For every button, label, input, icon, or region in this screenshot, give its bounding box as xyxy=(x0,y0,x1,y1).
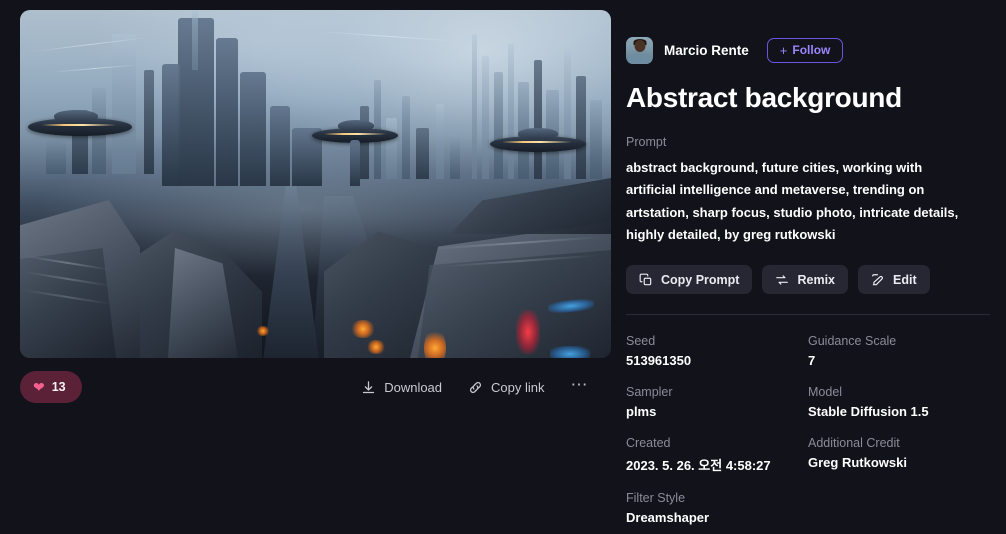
copy-prompt-button[interactable]: Copy Prompt xyxy=(626,265,753,295)
artwork-render xyxy=(20,10,611,358)
prompt-label: Prompt xyxy=(626,134,667,149)
metadata-value: 2023. 5. 26. 오전 4:58:27 xyxy=(626,458,771,474)
metadata-item-sampler: Sampler plms xyxy=(626,385,808,419)
metadata-item-seed: Seed 513961350 xyxy=(626,334,808,368)
plus-icon: + xyxy=(779,42,788,58)
image-action-links: Download Copy link ⋯ xyxy=(361,376,611,399)
metadata-value: Greg Rutkowski xyxy=(808,455,907,471)
metadata-label: Additional Credit xyxy=(808,436,900,451)
metadata-item-placeholder xyxy=(808,491,990,525)
image-action-bar: ❤ 13 Download Copy link ⋯ xyxy=(20,371,611,403)
metadata-value: 7 xyxy=(808,353,816,369)
section-divider xyxy=(626,314,990,316)
copy-icon xyxy=(639,273,653,287)
copy-prompt-label: Copy Prompt xyxy=(661,272,740,287)
metadata-item-guidance-scale: Guidance Scale 7 xyxy=(808,334,990,368)
download-icon xyxy=(361,380,376,395)
copy-link-label: Copy link xyxy=(491,379,545,395)
metadata-label: Sampler xyxy=(626,385,673,400)
heart-icon: ❤ xyxy=(33,379,45,395)
artwork-image[interactable] xyxy=(20,10,611,358)
like-button[interactable]: ❤ 13 xyxy=(20,371,82,403)
download-label: Download xyxy=(384,379,443,395)
follow-button[interactable]: + Follow xyxy=(766,37,844,63)
metadata-value: 513961350 xyxy=(626,353,692,369)
metadata-value: Dreamshaper xyxy=(626,510,710,526)
link-icon xyxy=(468,380,483,395)
prompt-action-buttons: Copy Prompt Remix Edit xyxy=(626,265,990,295)
remix-label: Remix xyxy=(797,272,836,287)
metadata-item-filter-style: Filter Style Dreamshaper xyxy=(626,491,808,525)
details-panel: Marcio Rente + Follow Abstract backgroun… xyxy=(620,0,1006,534)
remix-icon xyxy=(775,273,789,287)
copy-link-button[interactable]: Copy link xyxy=(468,379,545,395)
artwork-column: ❤ 13 Download Copy link ⋯ xyxy=(0,0,620,534)
metadata-label: Guidance Scale xyxy=(808,334,897,349)
download-button[interactable]: Download xyxy=(361,380,442,395)
edit-label: Edit xyxy=(893,272,917,287)
more-horizontal-icon[interactable]: ⋯ xyxy=(571,376,590,399)
metadata-label: Filter Style xyxy=(626,491,686,506)
metadata-item-created: Created 2023. 5. 26. 오전 4:58:27 xyxy=(626,436,808,474)
metadata-item-additional-credit: Additional Credit Greg Rutkowski xyxy=(808,436,990,474)
metadata-label: Model xyxy=(808,385,843,400)
remix-button[interactable]: Remix xyxy=(762,265,849,295)
metadata-value: Stable Diffusion 1.5 xyxy=(808,404,929,420)
edit-pencil-icon xyxy=(871,273,885,287)
page-title: Abstract background xyxy=(626,82,902,113)
edit-button[interactable]: Edit xyxy=(858,265,930,295)
metadata-value: plms xyxy=(626,404,657,420)
prompt-text: abstract background, future cities, work… xyxy=(626,159,959,242)
follow-label: Follow xyxy=(792,43,831,57)
metadata-label: Created xyxy=(626,436,671,451)
like-count: 13 xyxy=(51,380,66,394)
author-row: Marcio Rente + Follow xyxy=(626,36,990,64)
metadata-item-model: Model Stable Diffusion 1.5 xyxy=(808,385,990,419)
metadata-label: Seed xyxy=(626,334,656,349)
metadata-grid: Seed 513961350 Guidance Scale 7 Sampler … xyxy=(626,334,990,525)
user-avatar[interactable] xyxy=(626,36,653,64)
image-detail-page: ❤ 13 Download Copy link ⋯ Marcio Rente +… xyxy=(0,0,1006,534)
author-name[interactable]: Marcio Rente xyxy=(664,43,749,58)
